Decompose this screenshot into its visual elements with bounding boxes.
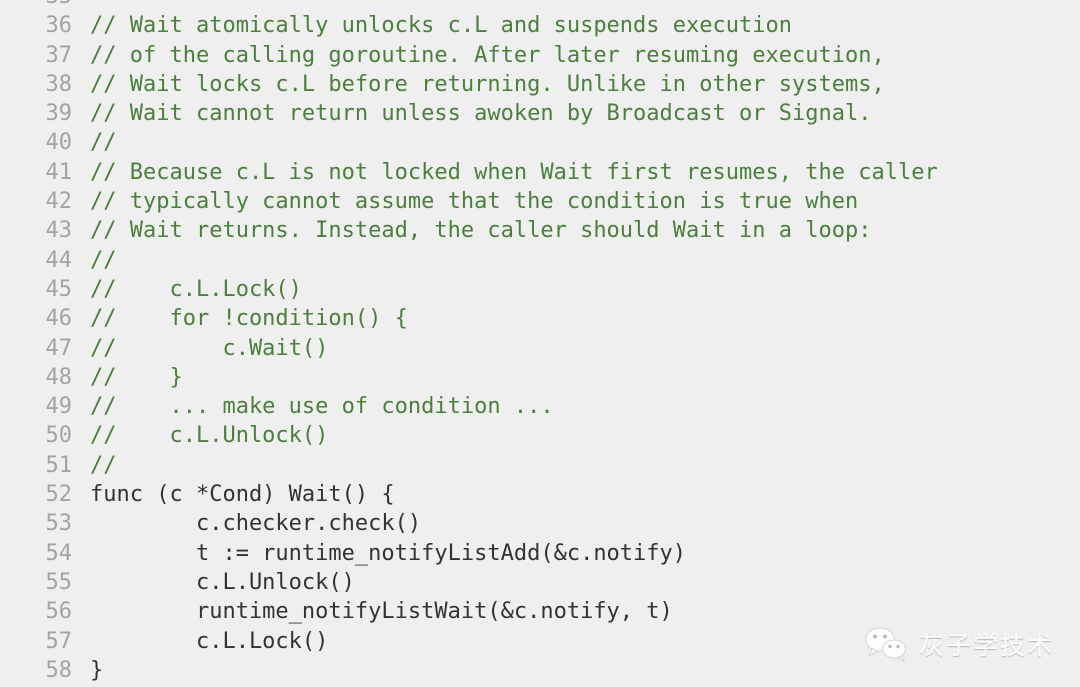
code-line[interactable]: 40 // <box>0 128 1080 157</box>
line-content: // c.L.Unlock() <box>90 423 329 449</box>
line-content: c.checker.check() <box>90 511 422 537</box>
line-number: 41 <box>45 159 73 185</box>
code-line[interactable]: 57 c.L.Lock() <box>0 627 1080 656</box>
line-number: 40 <box>45 130 73 156</box>
line-content: func (c *Cond) Wait() { <box>90 482 395 508</box>
line-content: // Wait locks c.L before returning. Unli… <box>90 71 885 97</box>
code-line[interactable]: 43 // Wait returns. Instead, the caller s… <box>0 216 1080 245</box>
line-content: // Because c.L is not locked when Wait f… <box>90 159 938 185</box>
code-line[interactable]: 38 // Wait locks c.L before returning. Un… <box>0 70 1080 99</box>
code-line[interactable]: 48 // } <box>0 363 1080 392</box>
line-content: t := runtime_notifyListAdd(&c.notify) <box>90 540 687 566</box>
line-content: // of the calling goroutine. After later… <box>90 42 885 68</box>
line-number: 46 <box>45 306 73 332</box>
line-number: 53 <box>45 511 73 537</box>
line-number: 58 <box>45 657 73 683</box>
code-line[interactable]: 55 c.L.Unlock() <box>0 568 1080 597</box>
line-number: 43 <box>45 218 73 244</box>
code-line[interactable]: 54 t := runtime_notifyListAdd(&c.notify) <box>0 539 1080 568</box>
line-number: 37 <box>45 42 73 68</box>
line-content: c.L.Lock() <box>90 628 329 654</box>
line-content: // <box>90 130 117 156</box>
code-line[interactable]: 37 // of the calling goroutine. After lat… <box>0 41 1080 70</box>
line-number: 50 <box>45 423 73 449</box>
line-content: // <box>90 452 117 478</box>
code-line[interactable]: 50 // c.L.Unlock() <box>0 421 1080 450</box>
line-number: 35 <box>0 0 73 11</box>
code-line[interactable]: 45 // c.L.Lock() <box>0 275 1080 304</box>
line-number: 38 <box>45 71 73 97</box>
code-line[interactable]: 56 runtime_notifyListWait(&c.notify, t) <box>0 597 1080 626</box>
code-viewer[interactable]: 35 36 // Wait atomically unlocks c.L and s… <box>0 0 1080 687</box>
line-number: 39 <box>45 101 73 127</box>
line-number: 57 <box>45 628 73 654</box>
line-number: 54 <box>45 540 73 566</box>
line-content: // for !condition() { <box>90 306 408 332</box>
line-content: runtime_notifyListWait(&c.notify, t) <box>90 599 673 625</box>
line-number: 56 <box>45 599 73 625</box>
line-content: // Wait atomically unlocks c.L and suspe… <box>90 13 792 39</box>
code-line[interactable]: 52 func (c *Cond) Wait() { <box>0 480 1080 509</box>
line-content: // Wait returns. Instead, the caller sho… <box>90 218 872 244</box>
code-line[interactable]: 35 <box>0 0 1080 11</box>
line-content: // typically cannot assume that the cond… <box>90 189 859 215</box>
code-line[interactable]: 49 // ... make use of condition ... <box>0 392 1080 421</box>
code-line[interactable]: 42 // typically cannot assume that the co… <box>0 187 1080 216</box>
line-number: 52 <box>45 482 73 508</box>
code-line[interactable]: 47 // c.Wait() <box>0 334 1080 363</box>
line-number: 49 <box>45 394 73 420</box>
code-line[interactable]: 39 // Wait cannot return unless awoken by… <box>0 99 1080 128</box>
line-number: 36 <box>45 13 73 39</box>
code-line[interactable]: 53 c.checker.check() <box>0 509 1080 538</box>
line-content: // <box>90 247 117 273</box>
line-content: // Wait cannot return unless awoken by B… <box>90 101 872 127</box>
line-content: // c.Wait() <box>90 335 329 361</box>
line-number: 44 <box>45 247 73 273</box>
line-content: c.L.Unlock() <box>90 569 355 595</box>
line-content: // c.L.Lock() <box>90 276 302 302</box>
line-content: // ... make use of condition ... <box>90 394 554 420</box>
code-line[interactable]: 44 // <box>0 246 1080 275</box>
line-number: 45 <box>45 276 73 302</box>
code-line[interactable]: 41 // Because c.L is not locked when Wait… <box>0 158 1080 187</box>
line-number: 42 <box>45 189 73 215</box>
line-content: // } <box>90 364 183 390</box>
code-line[interactable]: 51 // <box>0 451 1080 480</box>
code-line[interactable]: 58} <box>0 656 1080 685</box>
line-content: } <box>90 657 104 683</box>
line-number: 55 <box>45 569 73 595</box>
code-line[interactable]: 46 // for !condition() { <box>0 304 1080 333</box>
line-number: 51 <box>45 452 73 478</box>
code-listing: 35 36 // Wait atomically unlocks c.L and s… <box>0 0 1080 685</box>
line-number: 47 <box>45 335 73 361</box>
line-number: 48 <box>45 364 73 390</box>
code-line[interactable]: 36 // Wait atomically unlocks c.L and sus… <box>0 11 1080 40</box>
